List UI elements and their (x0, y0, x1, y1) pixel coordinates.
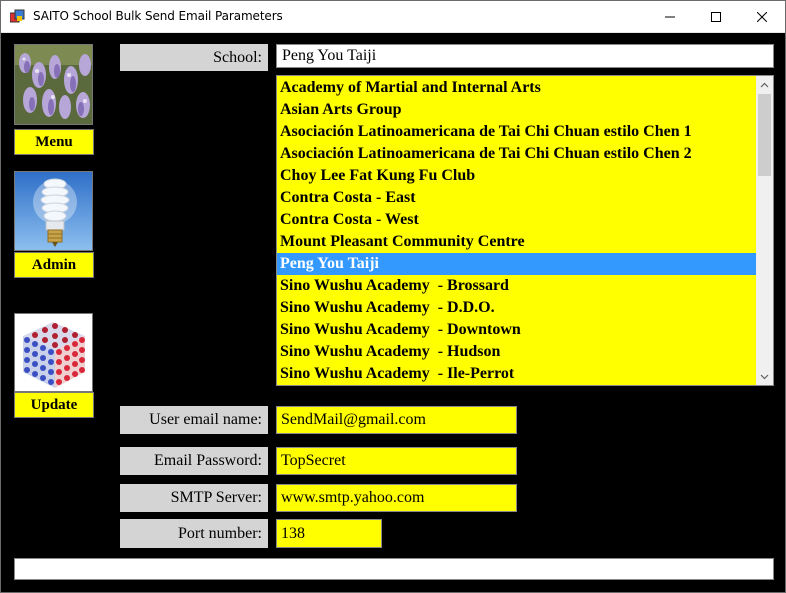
school-list-item[interactable]: Sino Wushu Academy - Downtown (277, 319, 756, 341)
chevron-up-icon (760, 82, 769, 87)
school-list-item[interactable]: Asociación Latinoamericana de Tai Chi Ch… (277, 121, 756, 143)
title-bar: SAITO School Bulk Send Email Parameters (1, 1, 785, 33)
maximize-button[interactable] (693, 1, 739, 32)
menu-button[interactable]: Menu (14, 129, 94, 155)
scroll-down-button[interactable] (756, 368, 773, 385)
data-cube-icon (15, 314, 92, 391)
update-button[interactable]: Update (14, 392, 94, 418)
school-list-item[interactable]: Choy Lee Fat Kung Fu Club (277, 165, 756, 187)
admin-button[interactable]: Admin (14, 252, 94, 278)
app-icon (10, 9, 25, 23)
email-password-label: Email Password: (120, 447, 268, 475)
scroll-thumb[interactable] (758, 94, 771, 176)
minimize-icon (665, 16, 675, 17)
maximize-icon (711, 11, 721, 22)
user-email-field[interactable]: SendMail@gmail.com (276, 406, 517, 434)
close-button[interactable] (739, 1, 785, 32)
school-list-item[interactable]: Sino Wushu Academy - Hudson (277, 341, 756, 363)
school-list-item[interactable]: Contra Costa - East (277, 187, 756, 209)
wisteria-flowers-icon (15, 45, 92, 124)
school-list-items: Academy of Martial and Internal Arts Asia… (277, 77, 756, 385)
port-number-field[interactable]: 138 (276, 519, 382, 548)
smtp-server-label: SMTP Server: (120, 484, 268, 512)
school-listbox[interactable]: Academy of Martial and Internal Arts Asia… (276, 75, 774, 386)
school-list-item[interactable]: Sino Wushu Academy - Brossard (277, 275, 756, 297)
light-bulb-icon (15, 172, 92, 250)
scroll-up-button[interactable] (756, 76, 773, 93)
school-list-item[interactable]: Mount Pleasant Community Centre (277, 231, 756, 253)
school-label: School: (120, 44, 268, 71)
school-list-item[interactable]: Sino Wushu Academy - Ile-Perrot (277, 363, 756, 385)
chevron-down-icon (760, 374, 769, 379)
school-list-item[interactable]: Academy of Martial and Internal Arts (277, 77, 756, 99)
menu-image[interactable] (14, 44, 93, 125)
smtp-server-field[interactable]: www.smtp.yahoo.com (276, 484, 517, 512)
close-icon (757, 11, 767, 22)
user-email-label: User email name: (120, 406, 268, 434)
window-title: SAITO School Bulk Send Email Parameters (33, 9, 283, 23)
school-list-item[interactable]: Asociación Latinoamericana de Tai Chi Ch… (277, 143, 756, 165)
school-list-item[interactable]: Contra Costa - West (277, 209, 756, 231)
status-bar (14, 558, 774, 580)
admin-image[interactable] (14, 171, 93, 251)
update-image[interactable] (14, 313, 93, 392)
app-window: SAITO School Bulk Send Email Parameters (0, 0, 786, 593)
school-list-item-selected[interactable]: Peng You Taiji (277, 253, 756, 275)
email-password-field[interactable]: TopSecret (276, 447, 517, 475)
minimize-button[interactable] (647, 1, 693, 32)
port-number-label: Port number: (120, 519, 268, 548)
school-input[interactable]: Peng You Taiji (276, 44, 774, 68)
school-list-item[interactable]: Sino Wushu Academy - D.D.O. (277, 297, 756, 319)
listbox-scrollbar[interactable] (756, 76, 773, 385)
school-list-item[interactable]: Asian Arts Group (277, 99, 756, 121)
